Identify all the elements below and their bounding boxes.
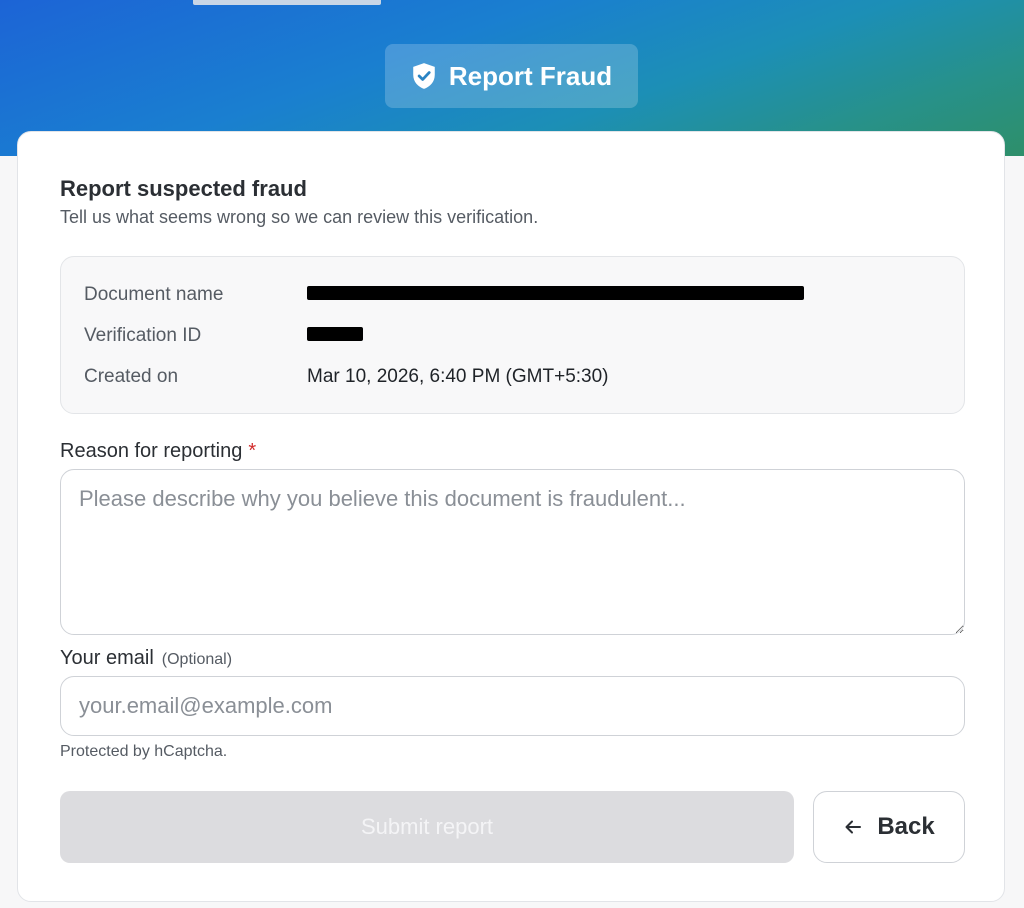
email-label: Your email (Optional) [60,647,232,670]
optional-tag: (Optional) [161,651,233,668]
back-button[interactable]: Back [813,791,965,863]
redaction-bar [307,286,804,300]
report-fraud-title: Report Fraud [448,60,613,91]
shield-check-icon [411,62,437,90]
report-card: Report suspected fraud Tell us what seem… [17,131,1005,902]
info-row-created-on: Created on Mar 10, 2026, 6:40 PM (GMT+5:… [84,365,609,389]
card-title: Report suspected fraud [60,176,307,201]
verification-id-label: Verification ID [84,325,202,346]
reason-label: Reason for reporting * [60,440,256,463]
info-row-document-name: Document name [84,283,804,307]
created-on-label: Created on [84,366,179,387]
arrow-left-icon [843,817,863,837]
top-tab-strip [193,0,381,5]
document-info-panel: Document name Verification ID Created on… [60,256,965,414]
document-name-label: Document name [84,284,224,305]
report-fraud-badge: Report Fraud [385,44,638,108]
info-row-verification-id: Verification ID [84,324,363,348]
required-marker: * [248,440,257,462]
back-label: Back [877,813,935,840]
captcha-note: Protected by hCaptcha. [60,743,228,760]
redaction-bar [307,327,363,341]
card-subtitle: Tell us what seems wrong so we can revie… [60,207,539,227]
verification-id-value [307,325,363,347]
reason-label-text: Reason for reporting [60,440,243,462]
email-label-text: Your email [60,647,154,669]
document-name-value [307,284,804,306]
created-on-value: Mar 10, 2026, 6:40 PM (GMT+5:30) [307,366,609,387]
email-input[interactable] [60,676,965,736]
reason-textarea[interactable] [60,469,965,635]
submit-report-button[interactable]: Submit report [60,791,794,863]
